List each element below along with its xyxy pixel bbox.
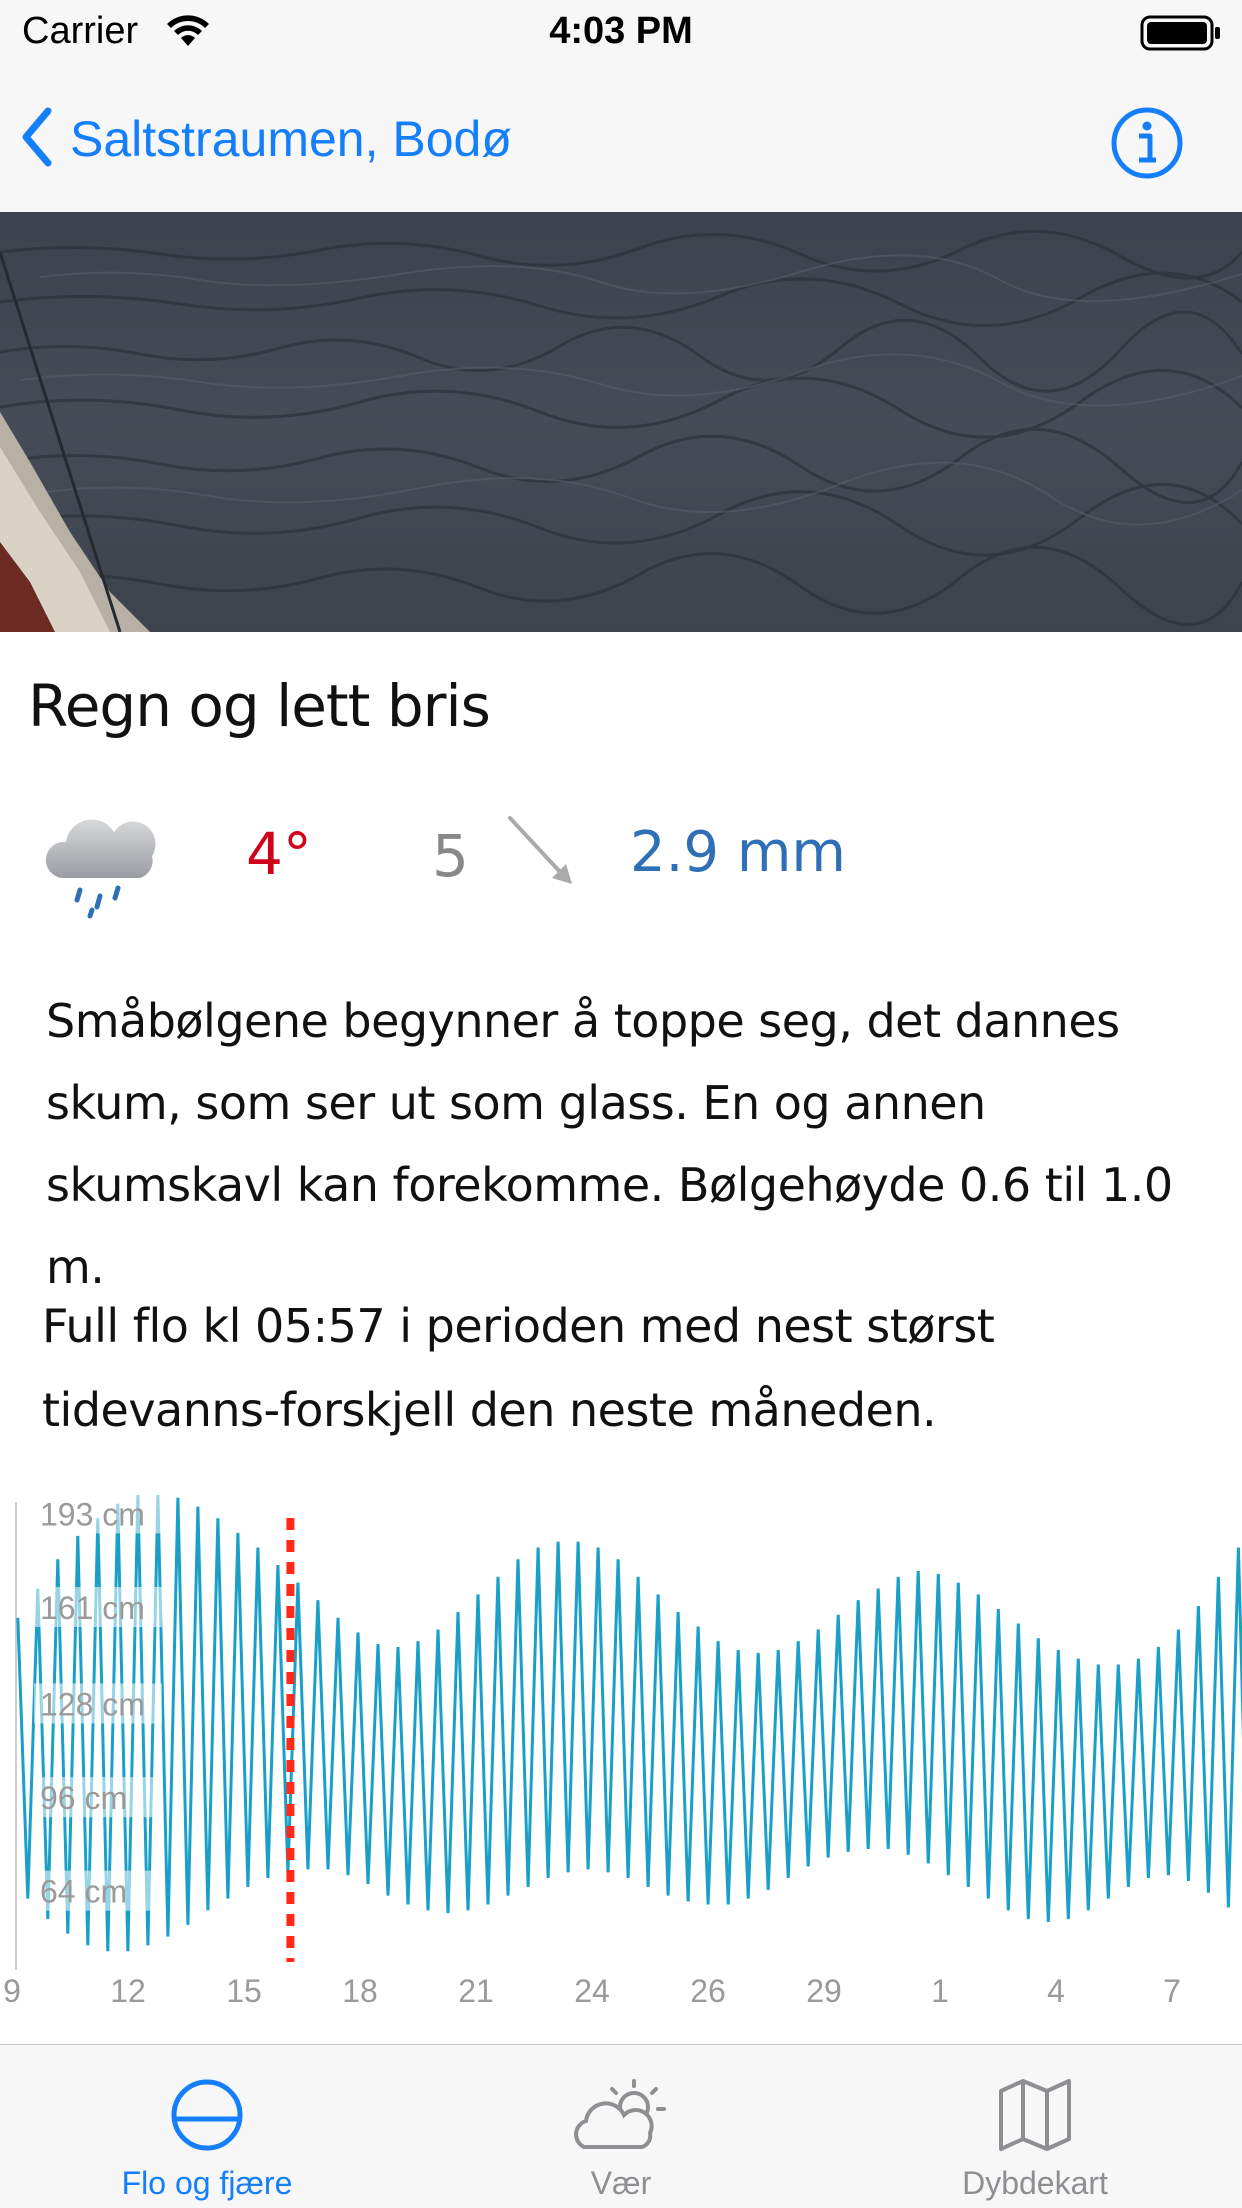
back-button-label: Saltstraumen, Bodø bbox=[70, 111, 512, 167]
x-tick-label: 26 bbox=[690, 1973, 726, 2009]
tab-flo-og-fjaere[interactable]: Flo og fjære bbox=[0, 2045, 414, 2208]
weather-title: Regn og lett bris bbox=[28, 672, 491, 740]
x-tick-label: 18 bbox=[342, 1973, 378, 2009]
tab-label: Vær bbox=[590, 2165, 652, 2201]
wind-arrow-icon bbox=[500, 808, 580, 893]
x-tick-label: 12 bbox=[110, 1973, 146, 2009]
navigation-bar: Saltstraumen, Bodø bbox=[0, 64, 1242, 213]
battery-icon bbox=[1140, 14, 1222, 57]
info-button[interactable] bbox=[1110, 106, 1184, 185]
y-tick-label: 193 cm bbox=[40, 1496, 145, 1532]
chevron-left-icon bbox=[22, 107, 52, 172]
tide-circle-icon bbox=[0, 2077, 414, 2158]
x-tick-label: 15 bbox=[226, 1973, 262, 2009]
map-icon bbox=[828, 2077, 1242, 2158]
info-circle-icon bbox=[1110, 107, 1184, 184]
back-button[interactable]: Saltstraumen, Bodø bbox=[22, 104, 512, 174]
tab-label: Flo og fjære bbox=[121, 2165, 293, 2201]
x-tick-label: 1 bbox=[931, 1973, 949, 2009]
sea-description: Småbølgene begynner å toppe seg, det dan… bbox=[46, 994, 1173, 1294]
temperature: 4° bbox=[246, 820, 312, 888]
status-bar: Carrier 4:03 PM bbox=[0, 0, 1242, 64]
tide-chart-svg: 193 cm 161 cm 128 cm 96 cm 64 cm 9 12 15 18 21 24 2… bbox=[3, 1493, 1242, 2009]
precipitation: 2.9 mm bbox=[630, 820, 846, 885]
y-tick-label: 96 cm bbox=[40, 1780, 127, 1816]
tab-vaer[interactable]: Vær bbox=[414, 2045, 828, 2208]
clock: 4:03 PM bbox=[549, 10, 693, 52]
tab-label: Dybdekart bbox=[962, 2165, 1108, 2201]
wind-speed: 5 bbox=[432, 822, 469, 890]
y-tick-label: 128 cm bbox=[40, 1687, 145, 1723]
tab-bar: Flo og fjære Vær Dybdekart bbox=[0, 2044, 1242, 2208]
rain-cloud-icon bbox=[40, 812, 160, 927]
tab-dybdekart[interactable]: Dybdekart bbox=[828, 2045, 1242, 2208]
sea-photo bbox=[0, 212, 1242, 632]
y-tick-label: 64 cm bbox=[40, 1874, 127, 1910]
tide-chart: 193 cm 161 cm 128 cm 96 cm 64 cm 9 12 15 18 21 24 2… bbox=[0, 1480, 1242, 2025]
x-tick-label: 7 bbox=[1163, 1973, 1181, 2009]
x-tick-label: 4 bbox=[1047, 1973, 1065, 2009]
tide-series-line bbox=[16, 1494, 1242, 1952]
y-tick-label: 161 cm bbox=[40, 1590, 145, 1626]
tide-summary: Full flo kl 05:57 i perioden med nest st… bbox=[42, 1299, 995, 1437]
x-tick-label: 29 bbox=[806, 1973, 842, 2009]
x-tick-label: 24 bbox=[574, 1973, 610, 2009]
x-tick-label: 9 bbox=[3, 1973, 21, 2009]
partly-cloudy-icon bbox=[414, 2077, 828, 2162]
x-tick-label: 21 bbox=[458, 1973, 494, 2009]
